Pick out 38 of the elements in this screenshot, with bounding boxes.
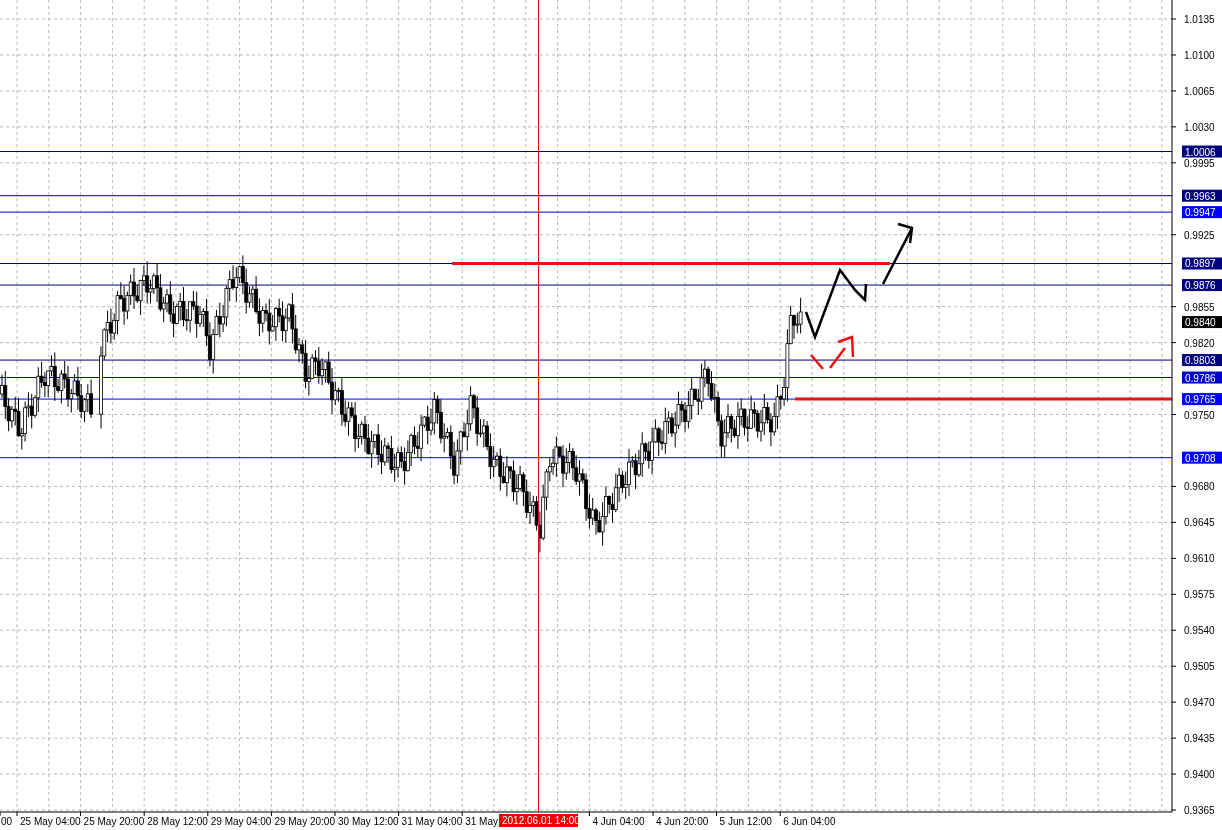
time-label: 29 May 04:00 xyxy=(210,816,272,827)
price-label: 1.0100 xyxy=(1184,49,1215,61)
price-label: 0.9400 xyxy=(1184,769,1215,781)
time-label: 30 May 12:00 xyxy=(338,816,399,827)
price-label: 0.9680 xyxy=(1184,481,1215,493)
time-label: 29 May 20:00 xyxy=(274,816,335,827)
time-label: 5 Jun 12:00 xyxy=(719,816,772,827)
price-tag: 0.9765 xyxy=(1182,393,1222,406)
price-label: 0.9540 xyxy=(1184,625,1215,637)
price-label: 0.9750 xyxy=(1184,409,1215,421)
time-label: 4 Jun 04:00 xyxy=(592,816,645,827)
price-label: 0.9995 xyxy=(1184,157,1215,169)
price-label: 0.9505 xyxy=(1184,661,1215,673)
price-tag: 0.9876 xyxy=(1182,279,1222,292)
time-label: 6 Jun 04:00 xyxy=(783,816,836,827)
time-label: 31 May xyxy=(465,816,498,827)
time-label: 25 May 04:00 xyxy=(20,816,81,827)
price-label: 0.9645 xyxy=(1184,517,1215,529)
price-label: 1.0135 xyxy=(1184,14,1215,25)
price-label: 0.9855 xyxy=(1184,301,1215,313)
price-label: 0.9610 xyxy=(1184,553,1215,565)
time-label: 28 May 12:00 xyxy=(147,816,208,827)
price-label: 0.9925 xyxy=(1184,229,1215,241)
price-label: 1.0065 xyxy=(1184,85,1215,97)
price-label: 0.9470 xyxy=(1184,697,1215,709)
price-label: 0.9575 xyxy=(1184,589,1215,601)
price-tag: 0.9803 xyxy=(1182,354,1222,367)
price-label: 0.9820 xyxy=(1184,337,1215,349)
current-price-tag: 0.9840 xyxy=(1182,316,1222,329)
price-tag: 0.9947 xyxy=(1182,206,1222,219)
time-label: 4 Jun 20:00 xyxy=(656,816,709,827)
time-label: 31 May 04:00 xyxy=(401,816,463,827)
price-label: 0.9435 xyxy=(1184,733,1215,745)
price-label: 1.0030 xyxy=(1184,121,1215,133)
time-label: 00 xyxy=(0,816,12,827)
time-label: 25 May 20:00 xyxy=(83,816,145,827)
price-label: 0.9365 xyxy=(1184,805,1215,816)
price-tag: 0.9897 xyxy=(1182,257,1222,270)
